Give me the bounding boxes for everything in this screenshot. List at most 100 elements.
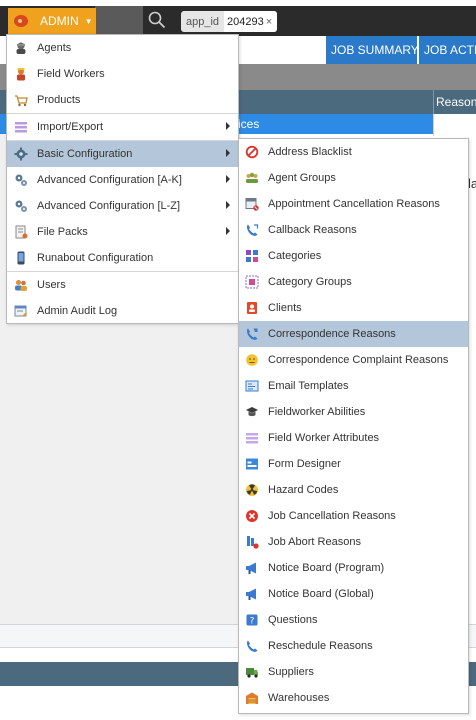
hazard-icon [246,484,258,496]
menu-item-hazard-codes[interactable]: Hazard Codes [239,477,468,503]
calendar-cancel-icon [245,198,259,211]
list-icon [15,122,27,133]
menu-item-runabout-configuration[interactable]: Runabout Configuration [7,245,238,271]
admin-dropdown-menu: Agents Field Workers Products Import/Exp… [6,34,239,324]
menu-item-category-groups[interactable]: Category Groups [239,269,468,295]
menu-item-fieldworker-abilities[interactable]: Fieldworker Abilities [239,399,468,425]
admin-menu-button[interactable]: ADMIN ▼ [8,8,96,34]
menu-item-clients[interactable]: Clients [239,295,468,321]
menu-item-form-designer[interactable]: Form Designer [239,451,468,477]
menu-item-admin-audit-log[interactable]: Admin Audit Log [7,298,238,324]
top-bar: ADMIN ▼ app_id 204293 × [0,0,476,36]
job-actions-tab[interactable]: JOB ACTIO [419,36,476,64]
reschedule-icon [247,640,258,652]
menu-item-label: Appointment Cancellation Reasons [268,198,440,210]
menu-item-file-packs[interactable]: File Packs [7,219,238,245]
menu-item-label: Form Designer [268,458,341,470]
clients-icon [247,302,257,314]
menu-item-label: Products [37,94,81,106]
menu-item-reschedule-reasons[interactable]: Reschedule Reasons [239,633,468,659]
submenu-arrow-icon [226,201,230,209]
menu-item-label: Basic Configuration [37,148,133,160]
menu-item-label: Categories [268,250,322,262]
menu-item-label: Advanced Configuration [L-Z] [37,200,181,212]
menu-item-label: Fieldworker Abilities [268,406,366,418]
menu-item-field-worker-attributes[interactable]: Field Worker Attributes [239,425,468,451]
menu-item-field-workers[interactable]: Field Workers [7,61,238,87]
column-separator [433,90,434,114]
attributes-icon [246,433,258,444]
submenu-arrow-icon [226,175,230,183]
menu-item-label: Reschedule Reasons [268,640,373,652]
field-worker-icon [17,68,25,81]
app-id-key: app_id [186,15,220,28]
menu-item-label: Advanced Configuration [A-K] [37,174,182,186]
menu-item-label: Agents [37,42,72,54]
menu-item-label: Hazard Codes [268,484,339,496]
job-actions-label: JOB ACTIO [424,43,476,57]
menu-item-label: Import/Export [37,121,104,133]
top-bar-divider-block [95,6,143,36]
warehouse-icon [246,692,258,704]
submenu-arrow-icon [226,227,230,235]
graduation-cap-icon [246,407,258,417]
menu-item-suppliers[interactable]: Suppliers [239,659,468,685]
abort-icon [247,536,259,549]
search-icon[interactable] [148,11,166,29]
menu-item-import-export[interactable]: Import/Export [7,114,238,140]
row-column-line [433,114,434,136]
app-id-value-field[interactable]: 204293 × [224,11,277,32]
menu-item-basic-configuration[interactable]: Basic Configuration [7,141,238,167]
menu-item-users[interactable]: Users [7,272,238,298]
menu-item-correspondence-reasons[interactable]: Correspondence Reasons [239,321,468,347]
file-pack-icon [15,225,28,239]
gears-icon [15,174,27,186]
menu-item-agents[interactable]: Agents [7,35,238,61]
job-summary-label: JOB SUMMARY [331,43,417,57]
menu-item-questions[interactable]: ? Questions [239,607,468,633]
svg-text:?: ? [250,617,255,627]
menu-item-notice-board-program[interactable]: Notice Board (Program) [239,555,468,581]
menu-item-appointment-cancellation-reasons[interactable]: Appointment Cancellation Reasons [239,191,468,217]
menu-item-label: Agent Groups [268,172,336,184]
menu-item-label: Suppliers [268,666,314,678]
menu-item-advanced-configuration-a-k[interactable]: Advanced Configuration [A-K] [7,167,238,193]
reason-column-header[interactable]: Reason [436,90,476,114]
menu-item-address-blacklist[interactable]: Address Blacklist [239,139,468,165]
menu-item-label: File Packs [37,226,88,238]
gear-icon [14,147,28,161]
menu-item-advanced-configuration-l-z[interactable]: Advanced Configuration [L-Z] [7,193,238,219]
app-id-filter-chip[interactable]: app_id 204293 × [181,11,277,32]
menu-item-email-templates[interactable]: Email Templates [239,373,468,399]
menu-item-correspondence-complaint-reasons[interactable]: Correspondence Complaint Reasons [239,347,468,373]
menu-item-callback-reasons[interactable]: Callback Reasons [239,217,468,243]
menu-item-notice-board-global[interactable]: Notice Board (Global) [239,581,468,607]
submenu-arrow-icon [226,122,230,130]
menu-item-label: Category Groups [268,276,352,288]
menu-item-products[interactable]: Products [7,87,238,113]
gears-icon [15,200,27,212]
menu-item-label: Admin Audit Log [37,305,118,317]
phone-icon [17,251,25,265]
users-icon [15,280,27,291]
admin-gear-icon [14,15,28,27]
job-summary-tab[interactable]: JOB SUMMARY [326,36,417,64]
menu-item-categories[interactable]: Categories [239,243,468,269]
menu-item-label: Users [37,279,66,291]
menu-item-label: Field Workers [37,68,105,80]
megaphone-icon [246,588,256,600]
submenu-arrow-icon [226,149,230,157]
callback-icon [247,224,259,236]
basic-configuration-submenu: Address Blacklist Agent Groups Appointme… [238,138,469,714]
audit-log-icon [14,305,27,317]
menu-item-job-cancellation-reasons[interactable]: Job Cancellation Reasons [239,503,468,529]
menu-item-warehouses[interactable]: Warehouses [239,685,468,711]
question-icon: ? [246,614,258,627]
admin-label: ADMIN [40,14,79,28]
menu-item-label: Address Blacklist [268,146,352,158]
menu-item-label: Correspondence Reasons [268,328,396,340]
menu-item-job-abort-reasons[interactable]: Job Abort Reasons [239,529,468,555]
clear-filter-icon[interactable]: × [266,16,272,28]
menu-item-label: Callback Reasons [268,224,357,236]
menu-item-agent-groups[interactable]: Agent Groups [239,165,468,191]
